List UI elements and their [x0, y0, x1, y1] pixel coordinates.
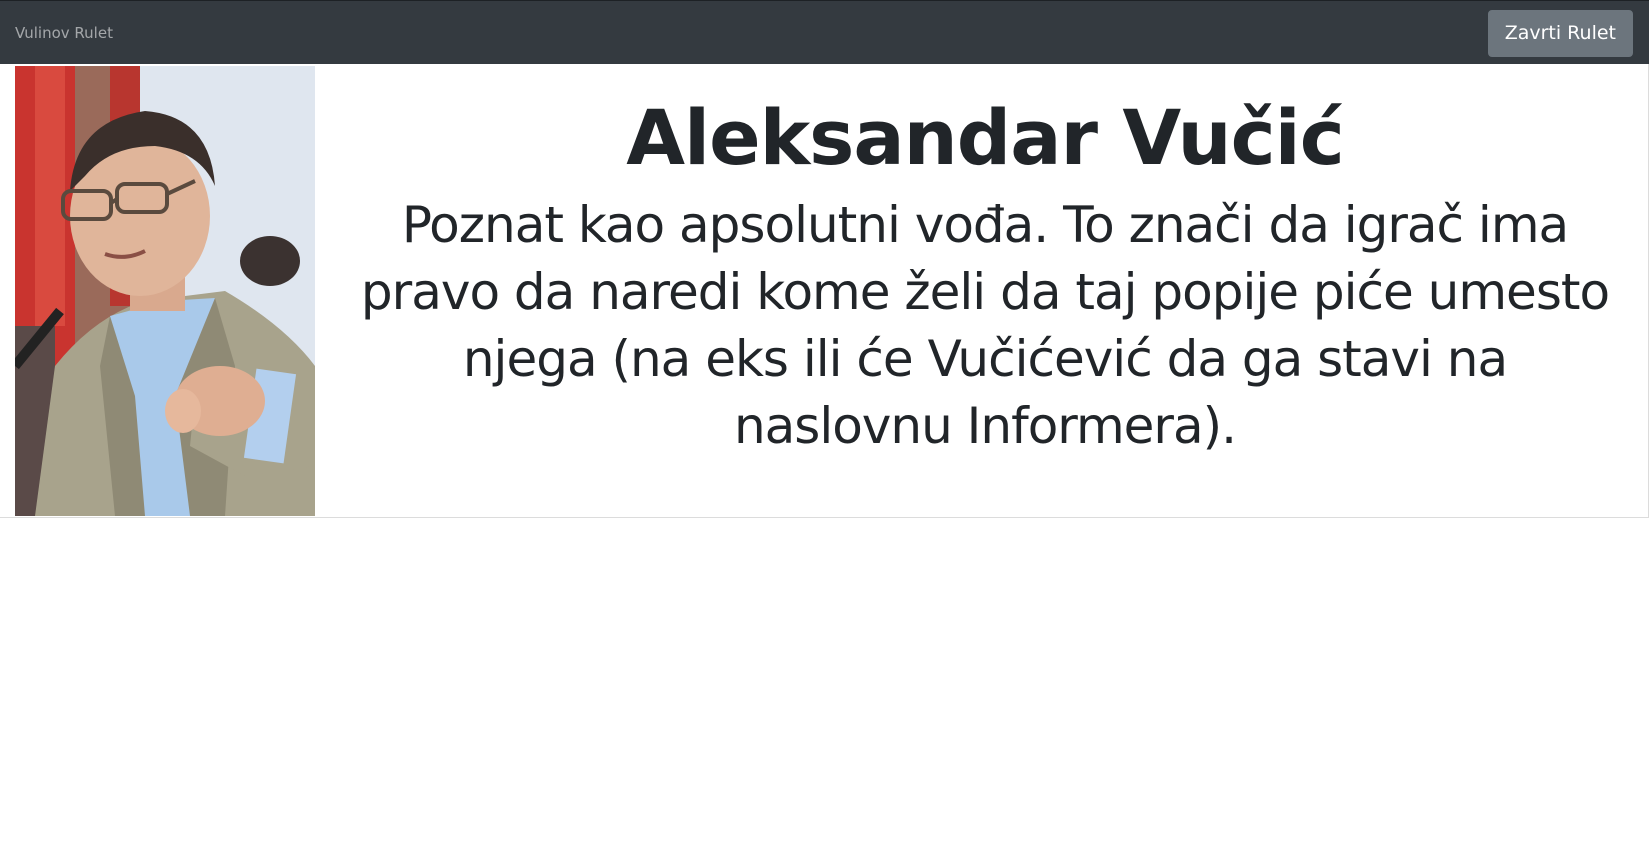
spin-roulette-button[interactable]: Zavrti Rulet: [1487, 10, 1633, 57]
card-description: Poznat kao apsolutni vođa. To znači da i…: [360, 196, 1610, 455]
result-card: Aleksandar Vučić Poznat kao apsolutni vo…: [0, 64, 1649, 518]
top-navbar: Vulinov Rulet Zavrti Rulet: [0, 0, 1649, 64]
card-title: Aleksandar Vučić: [626, 93, 1345, 182]
navbar-brand[interactable]: Vulinov Rulet: [15, 1, 113, 65]
portrait-image: [15, 66, 315, 516]
card-body: Aleksandar Vučić Poznat kao apsolutni vo…: [335, 64, 1635, 516]
